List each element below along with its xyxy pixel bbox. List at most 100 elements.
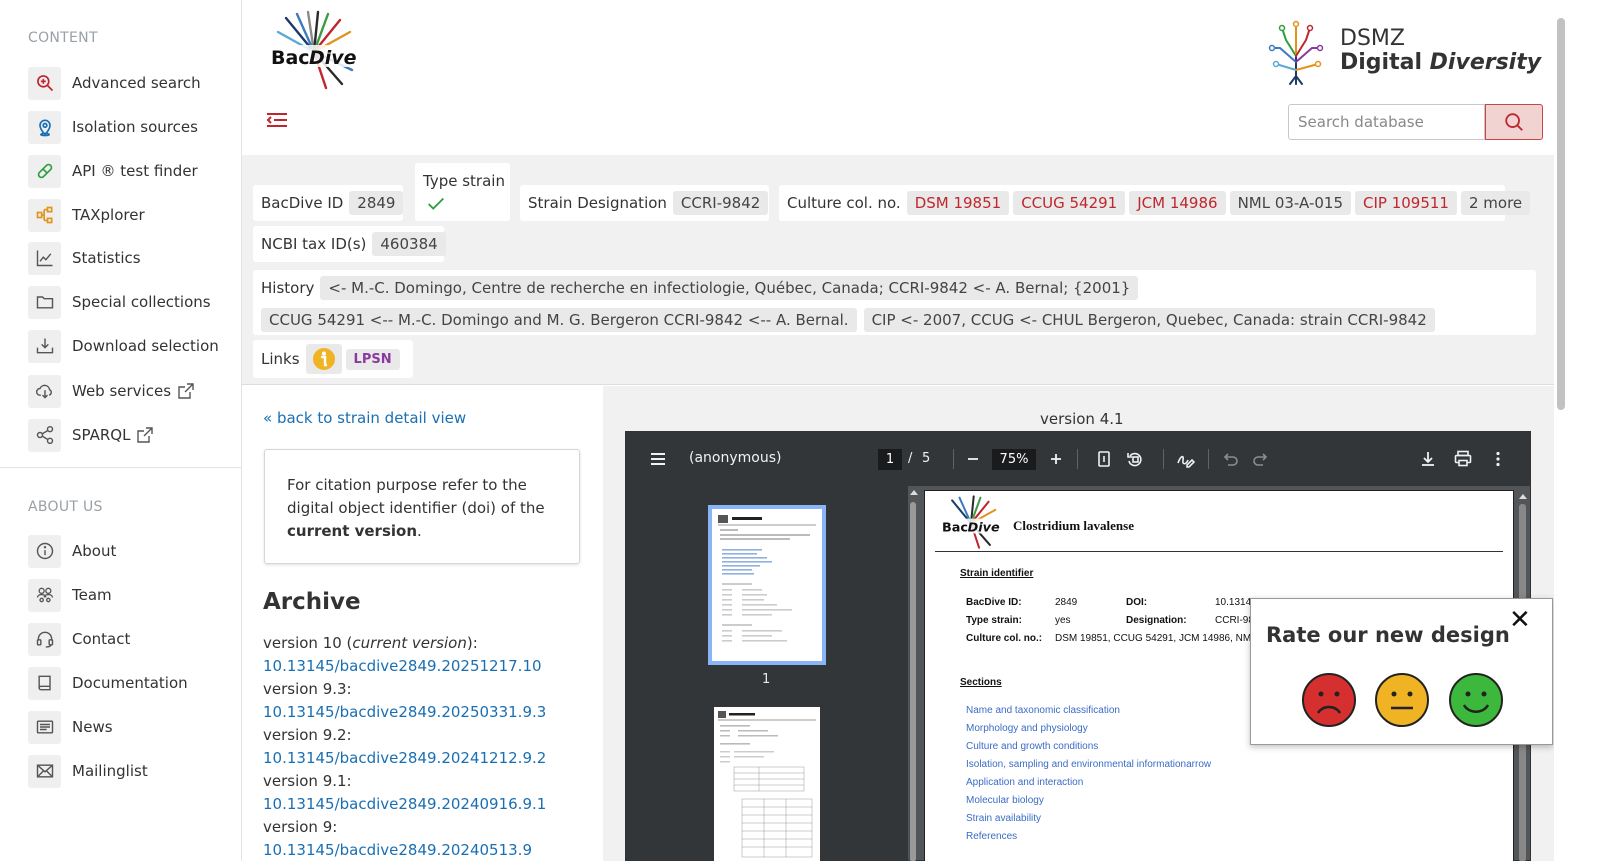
sidebar-item-web-services[interactable]: Web services — [28, 374, 194, 408]
culture-chip-dsm[interactable]: DSM 19851 — [906, 191, 1010, 215]
culture-chip-cip[interactable]: CIP 109511 — [1355, 191, 1457, 215]
pdf-bacdive-id: 2849 — [1055, 597, 1078, 608]
download-icon[interactable] — [1418, 449, 1438, 469]
menu-icon[interactable] — [648, 449, 668, 469]
pdf-section-link[interactable]: References — [966, 831, 1017, 842]
pdf-section-link[interactable]: Culture and growth conditions — [966, 741, 1098, 752]
lpsn-link-button[interactable]: LPSN — [345, 348, 400, 370]
history-entry: CCUG 54291 <-- M.-C. Domingo and M. G. B… — [261, 308, 857, 332]
version-label: version 10 (current version): — [263, 632, 593, 655]
history-label: History — [261, 279, 315, 297]
dsmz-diversity: Diversity — [1429, 50, 1542, 75]
sidebar-item-special-collections[interactable]: Special collections — [28, 285, 211, 319]
menu-collapse-icon[interactable] — [264, 106, 290, 134]
sidebar-item-contact[interactable]: Contact — [28, 622, 130, 656]
pdf-culture: DSM 19851, CCUG 54291, JCM 14986, NML — [1055, 633, 1257, 644]
version-doi-link[interactable]: 10.13145/bacdive2849.20241212.9.2 — [263, 747, 593, 770]
pdf-culture-label: Culture col. no.: — [966, 633, 1043, 644]
zoom-out-icon[interactable] — [963, 449, 983, 469]
tree-icon — [28, 198, 61, 232]
culture-chip-jcm[interactable]: JCM 14986 — [1129, 191, 1226, 215]
version-list: version 10 (current version): 10.13145/b… — [263, 632, 593, 861]
scroll-up-arrow-icon[interactable] — [1518, 492, 1528, 500]
undo-icon[interactable] — [1220, 449, 1240, 469]
neutral-face-icon[interactable] — [1374, 672, 1430, 728]
toolbar-separator — [1163, 449, 1164, 469]
page-number-input[interactable]: 1 — [878, 449, 902, 470]
rotate-icon[interactable] — [1125, 449, 1145, 469]
version-doi-link[interactable]: 10.13145/bacdive2849.20251217.10 — [263, 655, 593, 678]
total-pages: 5 — [922, 451, 931, 466]
more-options-icon[interactable] — [1488, 449, 1508, 469]
dsmz-digital-diversity-logo[interactable]: DSMZ Digital Diversity — [1262, 14, 1541, 86]
bacdive-logo[interactable]: Bac Dive — [264, 10, 364, 90]
pdf-section-link[interactable]: Morphology and physiology — [966, 723, 1088, 734]
pdf-title-rule — [935, 551, 1503, 552]
version-note: current version — [352, 634, 467, 652]
version-label: version 9: — [263, 818, 338, 836]
sidebar-item-documentation[interactable]: Documentation — [28, 666, 188, 700]
sidebar-item-download-selection[interactable]: Download selection — [28, 329, 219, 363]
culture-more-button[interactable]: 2 more — [1460, 191, 1531, 215]
version-doi-link[interactable]: 10.13145/bacdive2849.20240513.9 — [263, 839, 593, 861]
pdf-section-link[interactable]: Strain availability — [966, 813, 1041, 824]
zoom-input[interactable]: 75% — [992, 449, 1036, 470]
pdf-section-link[interactable]: Name and taxonomic classification — [966, 705, 1120, 716]
thumb-scroll-up-arrow-icon[interactable] — [909, 488, 919, 496]
sidebar-item-label: Team — [72, 586, 112, 604]
pdf-designation: CCRI-98 — [1215, 615, 1254, 626]
sidebar-item-news[interactable]: News — [28, 710, 113, 744]
page-thumbnail[interactable] — [714, 707, 820, 861]
pdf-section-link[interactable]: Isolation, sampling and environmental in… — [966, 759, 1211, 770]
sidebar-item-about[interactable]: About — [28, 534, 116, 568]
pdf-section-link[interactable]: Application and interaction — [966, 777, 1083, 788]
fit-page-icon[interactable] — [1094, 449, 1114, 469]
annotate-icon[interactable] — [1175, 449, 1195, 469]
thumbnail-sidebar: 1 — [626, 486, 916, 861]
thumbnail-scrollbar[interactable] — [910, 502, 916, 861]
sidebar-item-mailinglist[interactable]: Mailinglist — [28, 754, 148, 788]
info-badge-icon — [312, 348, 335, 370]
type-strain-card: Type strain — [415, 163, 510, 221]
page-scrollbar[interactable] — [1557, 18, 1565, 410]
back-to-strain-link[interactable]: « back to strain detail view — [263, 409, 466, 427]
redo-icon[interactable] — [1251, 449, 1271, 469]
version-doi-link[interactable]: 10.13145/bacdive2849.20250331.9.3 — [263, 701, 593, 724]
svg-text:Dive: Dive — [309, 47, 357, 69]
pdf-doi-label: DOI: — [1126, 597, 1148, 608]
citation-text: For citation purpose refer to the digita… — [287, 476, 545, 517]
sidebar-item-isolation-sources[interactable]: Isolation sources — [28, 110, 198, 144]
sidebar-item-label: Isolation sources — [72, 118, 198, 136]
pdf-section-link[interactable]: Molecular biology — [966, 795, 1044, 806]
history-card: History <- M.-C. Domingo, Centre de rech… — [253, 270, 1536, 335]
search-bar — [1288, 104, 1543, 140]
search-input[interactable] — [1288, 104, 1485, 140]
happy-face-icon[interactable] — [1448, 672, 1504, 728]
ncbi-tax-value: 460384 — [372, 232, 446, 256]
culture-chip-ccug[interactable]: CCUG 54291 — [1013, 191, 1126, 215]
print-icon[interactable] — [1453, 449, 1473, 469]
sidebar-item-advanced-search[interactable]: Advanced search — [28, 66, 201, 100]
external-link-icon — [178, 383, 194, 399]
search-button[interactable] — [1485, 104, 1543, 140]
chart-line-icon — [28, 241, 61, 275]
sidebar-item-label: Statistics — [72, 249, 141, 267]
citation-end: . — [417, 522, 422, 540]
bacdive-id-value: 2849 — [349, 191, 404, 215]
sad-face-icon[interactable] — [1301, 672, 1357, 728]
sidebar-item-taxplorer[interactable]: TAXplorer — [28, 198, 145, 232]
pdf-doc-name: (anonymous) — [689, 450, 782, 466]
sidebar-item-sparql[interactable]: SPARQL — [28, 418, 154, 452]
newspaper-icon — [28, 710, 61, 744]
sidebar-item-api-test-finder[interactable]: API ® test finder — [28, 154, 198, 188]
close-icon[interactable]: ✕ — [1509, 607, 1531, 633]
version-doi-link[interactable]: 10.13145/bacdive2849.20240916.9.1 — [263, 793, 593, 816]
sidebar-item-label: Special collections — [72, 293, 211, 311]
page-thumbnail[interactable] — [708, 505, 826, 665]
pdf-bacdive-id-label: BacDive ID: — [966, 597, 1022, 608]
info-link-button[interactable] — [305, 344, 342, 374]
sidebar-item-statistics[interactable]: Statistics — [28, 241, 141, 275]
links-card: Links LPSN — [253, 340, 413, 378]
zoom-in-icon[interactable] — [1046, 449, 1066, 469]
sidebar-item-team[interactable]: Team — [28, 578, 112, 612]
